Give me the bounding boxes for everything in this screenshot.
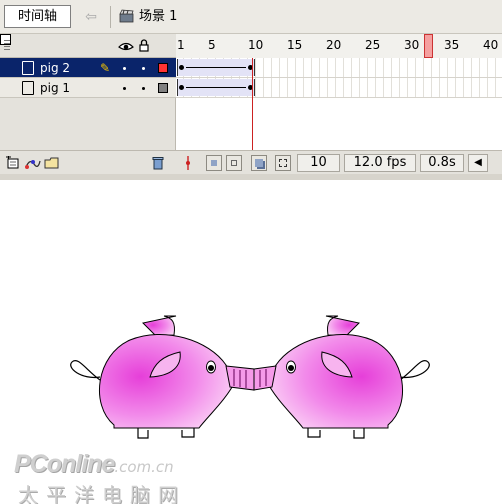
motion-tween-span[interactable] <box>177 79 255 96</box>
timeline-controls: 10 12.0 fps 0.8s ◀ <box>0 150 502 174</box>
site-watermark: PConline.com.cn 太平洋电脑网 <box>14 450 186 504</box>
ruler-label: 30 <box>404 38 420 52</box>
watermark-chinese: 太平洋电脑网 <box>18 483 186 504</box>
pig-1-character[interactable] <box>70 315 255 439</box>
scroll-left-arrow-icon[interactable]: ◀ <box>468 154 488 172</box>
toolbar-divider <box>110 6 111 28</box>
frame-rate-field[interactable]: 12.0 fps <box>344 154 416 172</box>
ruler-label: 40 <box>483 38 499 52</box>
trash-icon[interactable] <box>152 156 164 170</box>
timeline-toolbar: 时间轴 ⇦ 场景 1 <box>0 0 502 34</box>
scene-label[interactable]: 场景 1 <box>139 8 177 25</box>
frame-ruler[interactable]: 1 5 10 15 20 25 30 35 40 <box>176 34 502 58</box>
ruler-label: 1 <box>177 38 185 52</box>
frame-grid[interactable] <box>176 58 502 154</box>
left-arrow-icon[interactable]: ⇦ <box>80 7 102 27</box>
timeline-header: 1 5 10 15 20 25 30 35 40 <box>0 34 502 58</box>
center-frame-icon[interactable] <box>183 156 193 170</box>
layer-name[interactable]: pig 2 <box>40 61 70 75</box>
ruler-label: 15 <box>287 38 303 52</box>
layer-row-pig-1[interactable]: pig 1 <box>0 78 176 98</box>
ruler-label: 25 <box>365 38 381 52</box>
pencil-icon: ✎ <box>100 61 111 75</box>
ruler-label: 35 <box>444 38 460 52</box>
elapsed-time-field: 0.8s <box>420 154 464 172</box>
motion-tween-span[interactable] <box>177 59 255 76</box>
eye-icon[interactable] <box>118 39 134 52</box>
tween-arrow <box>186 87 246 88</box>
visibility-toggle[interactable] <box>123 87 126 90</box>
insert-layer-folder-icon[interactable] <box>44 156 60 170</box>
insert-layer-icon[interactable] <box>5 156 21 170</box>
layer-icon <box>22 81 34 95</box>
ruler-label: 5 <box>208 38 216 52</box>
visibility-toggle[interactable] <box>123 67 126 70</box>
watermark-brand: PConline <box>14 450 115 478</box>
outline-color-swatch[interactable] <box>158 83 168 93</box>
layer-name[interactable]: pig 1 <box>40 81 70 95</box>
lock-icon[interactable] <box>139 39 149 52</box>
ruler-label: 20 <box>326 38 342 52</box>
onion-skin-outlines-button[interactable] <box>226 155 242 171</box>
flash-authoring-window: 时间轴 ⇦ 场景 1 1 5 10 15 20 25 30 35 40 pig … <box>0 0 502 504</box>
watermark-domain: .com.cn <box>114 458 174 476</box>
keyframe[interactable] <box>179 65 184 70</box>
stage-canvas[interactable]: PConline.com.cn 太平洋电脑网 <box>4 180 498 504</box>
keyframe[interactable] <box>179 85 184 90</box>
layer-list: pig 2 ✎ pig 1 <box>0 58 176 154</box>
onion-skin-button[interactable] <box>206 155 222 171</box>
add-motion-guide-icon[interactable] <box>24 156 42 170</box>
layer-icon <box>22 61 34 75</box>
pig-2-character[interactable] <box>253 315 430 439</box>
timeline-toggle-button[interactable]: 时间轴 <box>4 5 71 28</box>
lock-toggle[interactable] <box>142 87 145 90</box>
tween-arrow <box>186 67 246 68</box>
playhead-line <box>252 58 253 151</box>
frame-row-pig-2[interactable] <box>176 58 502 78</box>
timeline-panel: 1 5 10 15 20 25 30 35 40 pig 2 ✎ pig 1 1… <box>0 34 502 174</box>
playhead[interactable] <box>424 34 433 58</box>
modify-onion-markers-button[interactable] <box>275 155 291 171</box>
panel-grip-handle[interactable] <box>4 40 10 52</box>
ruler-label: 10 <box>248 38 264 52</box>
lock-toggle[interactable] <box>142 67 145 70</box>
current-frame-field[interactable]: 10 <box>297 154 340 172</box>
frame-row-pig-1[interactable] <box>176 78 502 98</box>
outline-color-swatch[interactable] <box>158 63 168 73</box>
edit-multiple-frames-button[interactable] <box>251 155 267 171</box>
layer-row-pig-2[interactable]: pig 2 ✎ <box>0 58 176 78</box>
clapperboard-icon <box>119 9 134 23</box>
